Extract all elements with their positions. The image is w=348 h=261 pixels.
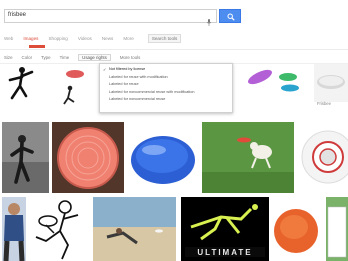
usage-option-not-filtered[interactable]: ✓ Not filtered by license: [100, 66, 232, 74]
filter-time[interactable]: Time: [60, 55, 70, 60]
tab-images[interactable]: Images: [23, 36, 38, 41]
tab-shopping[interactable]: Shopping: [48, 36, 67, 41]
image-result[interactable]: [52, 122, 124, 193]
filter-size[interactable]: Size: [4, 55, 13, 60]
usage-rights-menu: ✓ Not filtered by license Labeled for re…: [99, 63, 233, 113]
image-result[interactable]: [298, 122, 348, 193]
image-result[interactable]: [272, 197, 322, 261]
filter-type[interactable]: Type: [41, 55, 51, 60]
option-label: Labeled for noncommercial reuse with mod…: [109, 89, 195, 94]
image-result[interactable]: [2, 122, 49, 193]
image-result[interactable]: [2, 64, 62, 107]
image-result[interactable]: ULTIMATE: [181, 197, 269, 261]
search-input[interactable]: frisbee: [4, 9, 217, 26]
tab-more[interactable]: More: [123, 36, 133, 41]
tab-videos[interactable]: Videos: [78, 36, 92, 41]
search-tools-button[interactable]: Search tools: [147, 33, 182, 43]
active-tab-indicator: [29, 45, 45, 48]
svg-text:ULTIMATE: ULTIMATE: [197, 248, 252, 257]
image-result[interactable]: [62, 64, 98, 107]
image-caption: Frisbee: [317, 101, 331, 106]
image-result[interactable]: [28, 197, 88, 261]
usage-option-noncommercial[interactable]: Labeled for noncommercial reuse: [100, 96, 232, 104]
filter-usage-rights[interactable]: Usage rights: [78, 54, 111, 61]
checkmark-icon: ✓: [103, 67, 107, 72]
filter-more-tools[interactable]: More tools: [120, 55, 141, 60]
tool-filters: Size Color Type Time Usage rights More t…: [4, 53, 149, 62]
image-result[interactable]: [93, 197, 176, 261]
microphone-icon[interactable]: [206, 13, 212, 26]
usage-option-reuse[interactable]: Labeled for reuse: [100, 81, 232, 89]
image-search-page: frisbee Web Images Shopping Videos News …: [0, 0, 348, 261]
option-label: Labeled for reuse: [109, 82, 139, 87]
option-label: Not filtered by license: [109, 67, 146, 71]
image-result[interactable]: [326, 197, 348, 261]
usage-option-noncommercial-modification[interactable]: Labeled for noncommercial reuse with mod…: [100, 89, 232, 97]
image-result[interactable]: [2, 197, 26, 261]
search-tabs: Web Images Shopping Videos News More Sea…: [4, 33, 191, 43]
search-icon: [227, 13, 235, 21]
option-label: Labeled for noncommercial reuse: [109, 97, 166, 102]
image-result[interactable]: [232, 64, 308, 107]
filter-color[interactable]: Color: [22, 55, 33, 60]
option-label: Labeled for reuse with modification: [109, 74, 168, 79]
search-button[interactable]: [219, 9, 241, 23]
tab-news[interactable]: News: [102, 36, 114, 41]
usage-option-reuse-modification[interactable]: Labeled for reuse with modification: [100, 74, 232, 82]
image-result[interactable]: [314, 64, 348, 102]
divider: [0, 49, 348, 50]
search-query-text: frisbee: [8, 12, 27, 18]
tab-web[interactable]: Web: [4, 36, 13, 41]
image-result[interactable]: [202, 122, 294, 193]
image-result[interactable]: [128, 122, 198, 193]
